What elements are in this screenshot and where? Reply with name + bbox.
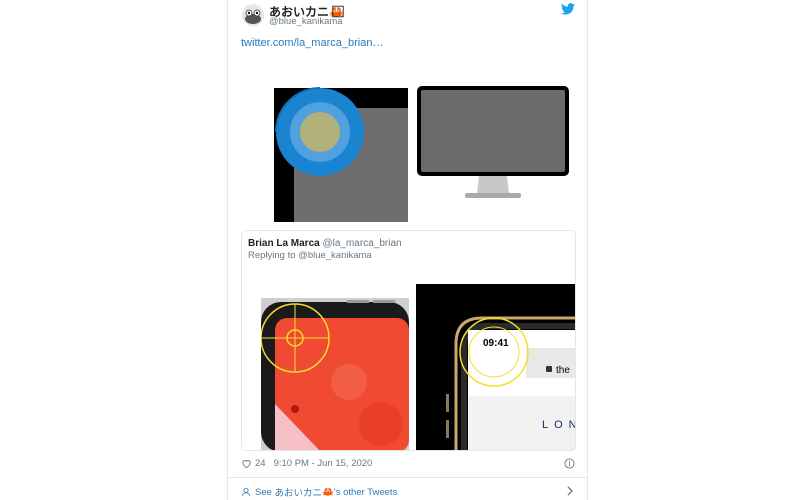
display-monitor-image[interactable] [409, 56, 575, 222]
quoted-author-handle: @la_marca_brian [322, 238, 402, 249]
heart-icon[interactable] [241, 458, 252, 469]
person-icon [241, 487, 251, 497]
replying-to-prefix: Replying to [248, 250, 296, 261]
tweet-card: あおいカニ🦀⃞ @blue_kanikama twitter.com/la_ma… [227, 0, 588, 500]
url-bar-text: the [556, 365, 570, 376]
footer-divider [228, 477, 587, 478]
author-handle[interactable]: @blue_kanikama [269, 16, 343, 27]
quoted-tweet[interactable]: Brian La Marca @la_marca_brian Replying … [241, 230, 576, 451]
see-other-tweets-link[interactable]: See あおいカニ 🦀's other Tweets [241, 485, 397, 499]
monitor-illustration [417, 86, 569, 198]
see-more-name: あおいカニ [274, 488, 323, 499]
twitter-bird-icon[interactable] [561, 3, 575, 15]
like-count[interactable]: 24 [255, 458, 266, 469]
lock-icon [546, 366, 552, 372]
replying-to-handle[interactable]: @blue_kanikama [298, 250, 372, 261]
info-icon[interactable] [564, 458, 575, 469]
quoted-author-name: Brian La Marca [248, 238, 320, 249]
quoted-author: Brian La Marca @la_marca_brian [248, 238, 402, 249]
chevron-right-icon[interactable] [566, 486, 574, 496]
corner-radius-illustration [274, 87, 408, 222]
tweet-link[interactable]: twitter.com/la_marca_brian… [241, 37, 383, 49]
tweet-footer: 24 9:10 PM - Jun 15, 2020 [241, 458, 372, 469]
iphone-status-illustration: 09:41 the LON [416, 284, 576, 450]
corner-radius-image[interactable] [274, 56, 408, 222]
tweet-media[interactable] [274, 56, 575, 222]
iphone-status-image[interactable]: 09:41 the LON [416, 284, 576, 450]
site-text: LON [542, 419, 576, 431]
tweet-timestamp[interactable]: 9:10 PM - Jun 15, 2020 [274, 458, 373, 469]
see-more-suffix: 's other Tweets [333, 486, 398, 498]
see-more-crab-emoji: 🦀 [322, 486, 334, 498]
clock-time: 09:41 [483, 338, 509, 349]
phone-corner-illustration [261, 298, 409, 450]
avatar[interactable] [242, 4, 264, 26]
replying-to-line: Replying to @blue_kanikama [248, 250, 372, 261]
phone-corner-image[interactable] [261, 284, 409, 450]
see-more-prefix: See [255, 486, 272, 498]
